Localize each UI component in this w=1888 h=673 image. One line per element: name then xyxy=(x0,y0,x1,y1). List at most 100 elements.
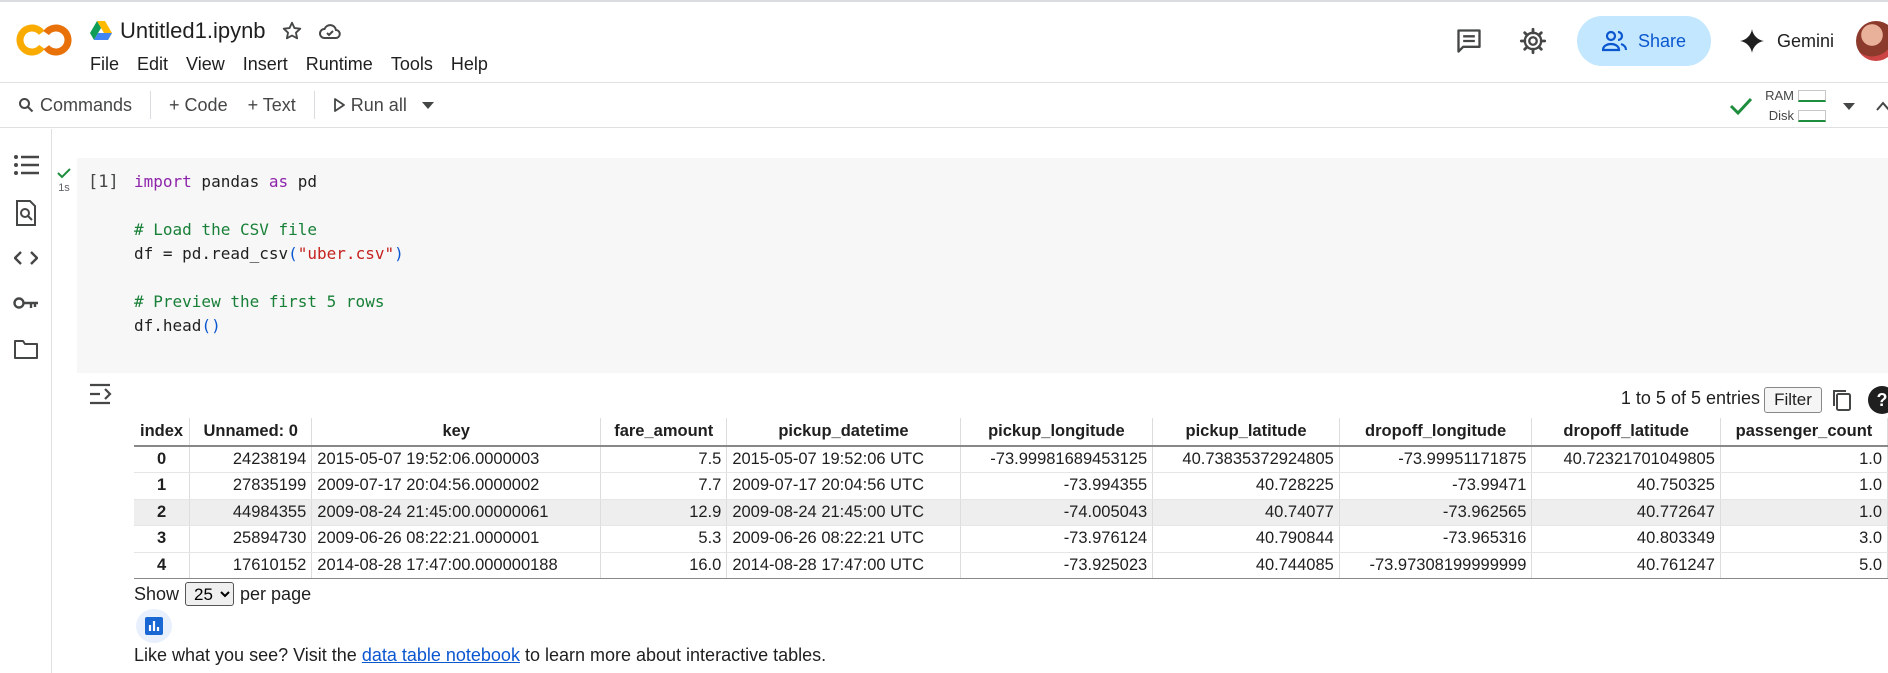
table-row[interactable]: 4 17610152 2014-08-28 17:47:00.000000188 16… xyxy=(134,552,1888,579)
column-header[interactable]: dropoff_latitude xyxy=(1531,418,1721,447)
app-header: Untitled1.ipynb File Edit View Insert Ru… xyxy=(0,2,1888,82)
table-cell: -73.925023 xyxy=(960,552,1154,579)
column-header[interactable]: key xyxy=(311,418,602,447)
table-cell: 40.803349 xyxy=(1531,525,1721,553)
table-cell: 16.0 xyxy=(600,552,728,579)
menu-file[interactable]: File xyxy=(90,52,128,77)
table-cell: 40.772647 xyxy=(1531,499,1721,526)
help-icon[interactable]: ? xyxy=(1868,386,1888,414)
title-row: Untitled1.ipynb xyxy=(90,16,342,46)
menu-tools[interactable]: Tools xyxy=(382,52,442,77)
table-row[interactable]: 3 25894730 2009-06-26 08:22:21.0000001 5.3 2… xyxy=(134,525,1888,553)
suggest-charts-button[interactable] xyxy=(136,609,172,643)
table-cell: 1.0 xyxy=(1720,446,1888,473)
column-header[interactable]: pickup_latitude xyxy=(1152,418,1340,447)
table-cell: 2009-07-17 20:04:56.0000002 xyxy=(311,472,602,500)
ram-label: RAM xyxy=(1765,88,1794,103)
menu-edit[interactable]: Edit xyxy=(128,52,177,77)
cloud-saved-icon[interactable] xyxy=(318,19,342,43)
table-row[interactable]: 2 44984355 2009-08-24 21:45:00.00000061 12.… xyxy=(134,499,1888,526)
column-header[interactable]: pickup_datetime xyxy=(726,418,961,447)
chevron-up-icon xyxy=(1876,101,1888,111)
table-cell: 25894730 xyxy=(189,525,313,553)
gemini-button[interactable]: Gemini xyxy=(1739,28,1834,54)
connected-check-icon[interactable] xyxy=(1729,96,1753,116)
menubar: File Edit View Insert Runtime Tools Help xyxy=(90,52,497,77)
add-code-button[interactable]: + Code xyxy=(159,95,238,116)
menu-view[interactable]: View xyxy=(177,52,234,77)
table-cell: -73.99471 xyxy=(1339,472,1533,500)
per-page-select[interactable]: 25 xyxy=(185,582,235,606)
google-drive-icon[interactable] xyxy=(90,21,112,41)
menu-insert[interactable]: Insert xyxy=(234,52,297,77)
table-cell: 40.790844 xyxy=(1152,525,1340,553)
promo-suffix: to learn more about interactive tables. xyxy=(519,645,827,665)
caret-down-icon xyxy=(1843,103,1855,110)
data-table-notebook-link[interactable]: data table notebook xyxy=(362,645,520,665)
bar-chart-icon xyxy=(145,617,163,635)
collapse-header-button[interactable] xyxy=(1872,100,1888,112)
add-text-button[interactable]: + Text xyxy=(238,95,306,116)
column-header[interactable]: fare_amount xyxy=(600,418,728,447)
table-row[interactable]: 0 24238194 2015-05-07 19:52:06.0000003 7.5 2… xyxy=(134,446,1888,473)
data-table-promo: Like what you see? Visit the data table … xyxy=(134,645,826,666)
ram-disk-meter[interactable]: RAM Disk xyxy=(1765,86,1826,126)
comments-icon[interactable] xyxy=(1449,21,1489,61)
share-button[interactable]: Share xyxy=(1576,16,1711,66)
run-all-dropdown[interactable] xyxy=(417,100,445,110)
secrets-key-icon[interactable] xyxy=(12,289,40,317)
gemini-label: Gemini xyxy=(1776,30,1834,51)
toolbar-divider xyxy=(313,91,315,119)
table-cell: 7.5 xyxy=(600,446,728,473)
table-cell: 40.744085 xyxy=(1152,552,1340,579)
per-page-label: per page xyxy=(240,583,312,604)
table-cell: 1.0 xyxy=(1720,499,1888,526)
filter-button[interactable]: Filter xyxy=(1764,387,1822,413)
check-icon xyxy=(57,168,71,179)
code-snippets-icon[interactable] xyxy=(12,244,40,272)
code-editor[interactable]: import pandas as pd # Load the CSV file … xyxy=(134,170,404,338)
table-cell: 2014-08-28 17:47:00 UTC xyxy=(726,552,961,579)
search-icon xyxy=(19,98,34,113)
table-row[interactable]: 1 27835199 2009-07-17 20:04:56.0000002 7.7 2… xyxy=(134,472,1888,500)
commands-button[interactable]: Commands xyxy=(0,95,142,116)
show-label: Show xyxy=(134,583,180,604)
table-cell: -73.976124 xyxy=(960,525,1154,553)
table-cell: 2009-08-24 21:45:00 UTC xyxy=(726,499,961,526)
table-cell: 5.0 xyxy=(1720,552,1888,579)
column-header[interactable]: pickup_longitude xyxy=(960,418,1154,447)
share-label: Share xyxy=(1637,30,1686,51)
column-header[interactable]: passenger_count xyxy=(1720,418,1888,447)
column-header[interactable]: dropoff_longitude xyxy=(1339,418,1533,447)
user-avatar[interactable] xyxy=(1856,21,1888,61)
menu-runtime[interactable]: Runtime xyxy=(297,52,382,77)
star-icon[interactable] xyxy=(280,19,304,43)
run-all-button[interactable]: Run all xyxy=(323,95,417,116)
pagination-controls: Show 25 per page xyxy=(134,582,311,606)
table-cell: 40.72321701049805 xyxy=(1531,446,1721,473)
table-cell: -73.99951171875 xyxy=(1339,446,1533,473)
left-sidebar-rail xyxy=(0,129,52,673)
entries-count: 1 to 5 of 5 entries xyxy=(1620,388,1760,408)
table-of-contents-icon[interactable] xyxy=(12,151,40,179)
execution-count: [1] xyxy=(88,172,119,192)
ram-meter xyxy=(1798,90,1826,102)
column-header[interactable]: index xyxy=(134,418,191,447)
notebook-title[interactable]: Untitled1.ipynb xyxy=(120,18,266,44)
copy-icon[interactable] xyxy=(1830,388,1854,412)
table-cell: 2009-07-17 20:04:56 UTC xyxy=(726,472,961,500)
runtime-dropdown[interactable] xyxy=(1826,101,1872,111)
cell-run-status[interactable]: 1s xyxy=(56,168,72,194)
find-replace-icon[interactable] xyxy=(12,199,40,227)
files-folder-icon[interactable] xyxy=(12,335,40,363)
disk-label: Disk xyxy=(1768,108,1794,123)
menu-help[interactable]: Help xyxy=(442,52,497,77)
table-cell: 12.9 xyxy=(600,499,728,526)
column-header[interactable]: Unnamed: 0 xyxy=(189,418,313,447)
table-cell: 7.7 xyxy=(600,472,728,500)
colab-logo-icon[interactable] xyxy=(16,20,72,60)
settings-gear-icon[interactable] xyxy=(1513,21,1553,61)
dataframe-table: index Unnamed: 0 key fare_amount pickup_… xyxy=(134,418,1888,579)
notebook-toolbar: Commands + Code + Text Run all RAM Disk xyxy=(0,82,1888,128)
output-actions-icon[interactable] xyxy=(88,382,116,406)
